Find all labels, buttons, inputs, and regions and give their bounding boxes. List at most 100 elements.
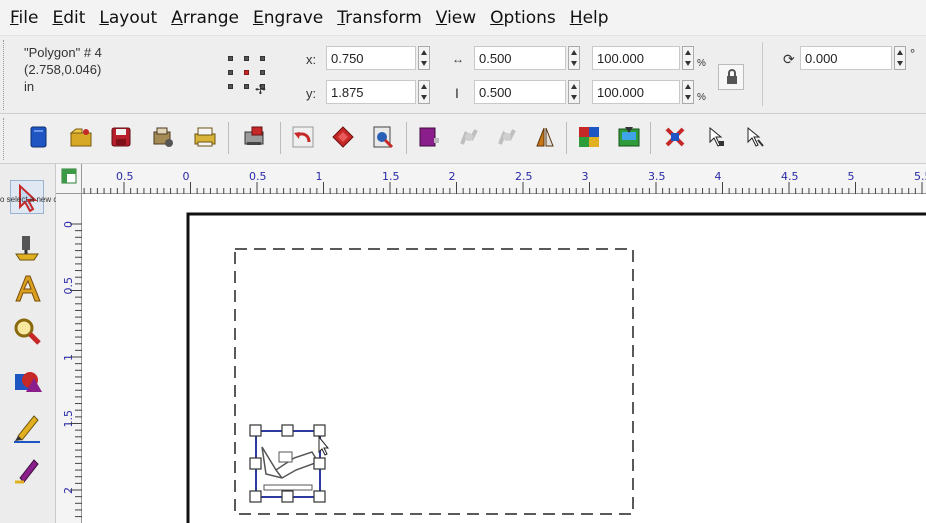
engrave-tool-icon: [15, 236, 39, 261]
object-coords: (2.758,0.046): [24, 62, 102, 77]
height-field[interactable]: 0.500: [474, 80, 566, 104]
menu-edit[interactable]: Edit: [52, 8, 85, 28]
menu-transform[interactable]: Transform: [337, 8, 422, 28]
ruler-label: 1.5: [62, 410, 75, 428]
selection-handles[interactable]: [249, 424, 326, 503]
object-units: in: [24, 79, 35, 94]
shape-tool[interactable]: [10, 364, 44, 398]
rotate-icon: ⟳: [783, 51, 795, 67]
toolbar-separator: [566, 122, 567, 154]
print-setup-icon[interactable]: [150, 124, 176, 150]
height-icon: I: [455, 85, 459, 101]
scale-y-field[interactable]: 100.000: [592, 80, 680, 104]
toolbar-separator: [280, 122, 281, 154]
import-icon[interactable]: [370, 124, 396, 150]
save-icon[interactable]: [108, 124, 134, 150]
lock-ratio-button[interactable]: [718, 64, 744, 90]
combine-icon[interactable]: [494, 124, 520, 150]
drawing-canvas[interactable]: [82, 194, 926, 523]
degree-symbol: °: [910, 46, 916, 61]
node-tool-icon[interactable]: [702, 124, 728, 150]
object-name: "Polygon" # 4: [24, 45, 102, 60]
percent-symbol: %: [697, 92, 706, 103]
anchor-point[interactable]: [228, 56, 233, 61]
anchor-point-selected[interactable]: [244, 70, 249, 75]
print-icon[interactable]: [192, 124, 218, 150]
ruler-label: 2.5: [515, 170, 533, 183]
width-icon: ↔: [452, 52, 464, 66]
percent-symbol: %: [697, 58, 706, 69]
ruler-label: 3.5: [648, 170, 666, 183]
text-tool[interactable]: [10, 272, 44, 306]
node-edit-icon[interactable]: [740, 124, 766, 150]
fill-pen-tool[interactable]: [10, 452, 44, 486]
pencil-tool[interactable]: [10, 410, 44, 444]
ruler-label: 1: [316, 170, 323, 183]
menu-help[interactable]: Help: [570, 8, 609, 28]
menu-options[interactable]: Options: [490, 8, 556, 28]
menu-engrave[interactable]: Engrave: [253, 8, 323, 28]
toolbar-separator: [406, 122, 407, 154]
y-position-spinner[interactable]: [418, 80, 430, 104]
y-label: y:: [306, 86, 317, 101]
fill-icon[interactable]: [616, 124, 642, 150]
align-icon[interactable]: [576, 124, 602, 150]
rotation-spinner[interactable]: [894, 46, 906, 70]
ruler-label: 3: [582, 170, 589, 183]
menu-layout[interactable]: Layout: [99, 8, 157, 28]
text-tool-icon: [15, 275, 41, 302]
width-field[interactable]: 0.500: [474, 46, 566, 70]
anchor-point-selector[interactable]: ✢: [222, 50, 278, 100]
toolbar-grip[interactable]: [3, 118, 9, 160]
x-position-spinner[interactable]: [418, 46, 430, 70]
ruler-label: 2: [449, 170, 456, 183]
anchor-point[interactable]: [260, 70, 265, 75]
vertical-ruler[interactable]: 0 0.5 1 1.5 2: [56, 194, 82, 523]
anchor-point[interactable]: [244, 84, 249, 89]
property-bar: "Polygon" # 4 (2.758,0.046) in ✢ x: 0.75…: [0, 36, 926, 114]
page-area: [186, 212, 926, 523]
toolbar-grip[interactable]: [3, 40, 9, 110]
ruler-label: 4: [715, 170, 722, 183]
engrave-area-border: [234, 248, 634, 515]
polygon-object[interactable]: [261, 446, 320, 491]
rotation-field[interactable]: 0.000: [800, 46, 892, 70]
anchor-cross-icon: ✢: [255, 82, 266, 97]
ungroup-icon[interactable]: [456, 124, 482, 150]
anchor-point[interactable]: [228, 70, 233, 75]
engrave-icon[interactable]: [242, 124, 268, 150]
delete-icon[interactable]: [662, 124, 688, 150]
menu-bar: File Edit Layout Arrange Engrave Transfo…: [0, 0, 926, 36]
scale-x-spinner[interactable]: [682, 46, 694, 70]
scale-y-spinner[interactable]: [682, 80, 694, 104]
height-spinner[interactable]: [568, 80, 580, 104]
x-label: x:: [306, 52, 317, 67]
zoom-tool[interactable]: [10, 314, 44, 348]
group-icon[interactable]: [416, 124, 442, 150]
y-position-field[interactable]: 1.875: [326, 80, 416, 104]
menu-file[interactable]: File: [10, 8, 38, 28]
page-border: [186, 212, 926, 523]
new-icon[interactable]: [26, 124, 52, 150]
engrave-tool[interactable]: [10, 232, 44, 266]
anchor-point[interactable]: [244, 56, 249, 61]
menu-arrange[interactable]: Arrange: [171, 8, 239, 28]
anchor-point[interactable]: [228, 84, 233, 89]
scale-x-field[interactable]: 100.000: [592, 46, 680, 70]
anchor-point[interactable]: [260, 56, 265, 61]
mirror-icon[interactable]: [532, 124, 558, 150]
ruler-label: 0.5: [249, 170, 267, 183]
undo-icon[interactable]: [290, 124, 316, 150]
width-spinner[interactable]: [568, 46, 580, 70]
separator: [762, 42, 763, 106]
ruler-label: 1.5: [382, 170, 400, 183]
open-icon[interactable]: [68, 124, 94, 150]
toolbar-separator: [650, 122, 651, 154]
vertical-ruler-ticks: 00.511.52: [62, 221, 82, 518]
x-position-field[interactable]: 0.750: [326, 46, 416, 70]
redo-icon[interactable]: [330, 124, 356, 150]
horizontal-ruler[interactable]: 0.5 0 0.5 1 1.5 2 2.5 3 3.5 4 4.5 5 5.5: [56, 164, 926, 194]
menu-view[interactable]: View: [436, 8, 476, 28]
ruler-origin-button[interactable]: [56, 164, 82, 194]
ruler-label: 5: [848, 170, 855, 183]
